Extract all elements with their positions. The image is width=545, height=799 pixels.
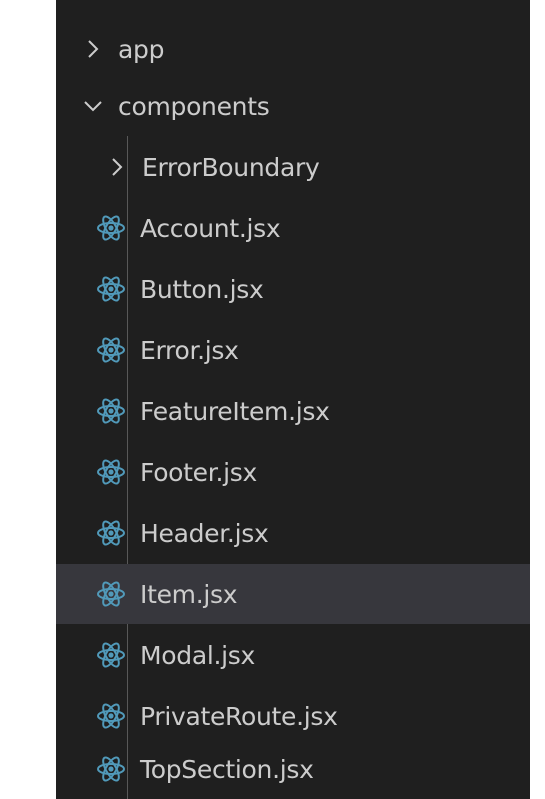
react-icon — [96, 754, 126, 784]
file-label: PrivateRoute.jsx — [140, 701, 338, 731]
file-privateroute[interactable]: PrivateRoute.jsx — [56, 686, 530, 746]
file-featureitem[interactable]: FeatureItem.jsx — [56, 381, 530, 441]
file-label: Footer.jsx — [140, 457, 257, 487]
react-icon — [96, 335, 126, 365]
file-footer[interactable]: Footer.jsx — [56, 442, 530, 502]
file-label: Error.jsx — [140, 335, 239, 365]
chevron-down-icon — [82, 95, 104, 117]
file-label: Item.jsx — [140, 579, 238, 609]
react-icon — [96, 396, 126, 426]
folder-label: components — [118, 91, 270, 121]
react-icon — [96, 457, 126, 487]
file-topsection[interactable]: TopSection.jsx — [56, 739, 530, 799]
react-icon — [96, 701, 126, 731]
folder-label: ErrorBoundary — [142, 152, 320, 182]
react-icon — [96, 518, 126, 548]
chevron-right-icon — [82, 38, 104, 60]
folder-errorboundary[interactable]: ErrorBoundary — [56, 137, 530, 197]
file-account[interactable]: Account.jsx — [56, 198, 530, 258]
react-icon — [96, 274, 126, 304]
file-label: FeatureItem.jsx — [140, 396, 330, 426]
file-item[interactable]: Item.jsx — [56, 564, 530, 624]
folder-app[interactable]: app — [56, 19, 530, 79]
file-error[interactable]: Error.jsx — [56, 320, 530, 380]
react-icon — [96, 579, 126, 609]
file-explorer: app components ErrorBoundary Account.jsx… — [56, 0, 530, 799]
file-header[interactable]: Header.jsx — [56, 503, 530, 563]
folder-label: app — [118, 34, 165, 64]
file-label: Button.jsx — [140, 274, 264, 304]
folder-components[interactable]: components — [56, 76, 530, 136]
file-label: Header.jsx — [140, 518, 269, 548]
file-label: Account.jsx — [140, 213, 281, 243]
react-icon — [96, 213, 126, 243]
file-label: TopSection.jsx — [140, 754, 314, 784]
file-button[interactable]: Button.jsx — [56, 259, 530, 319]
react-icon — [96, 640, 126, 670]
file-label: Modal.jsx — [140, 640, 256, 670]
file-modal[interactable]: Modal.jsx — [56, 625, 530, 685]
chevron-right-icon — [106, 156, 128, 178]
